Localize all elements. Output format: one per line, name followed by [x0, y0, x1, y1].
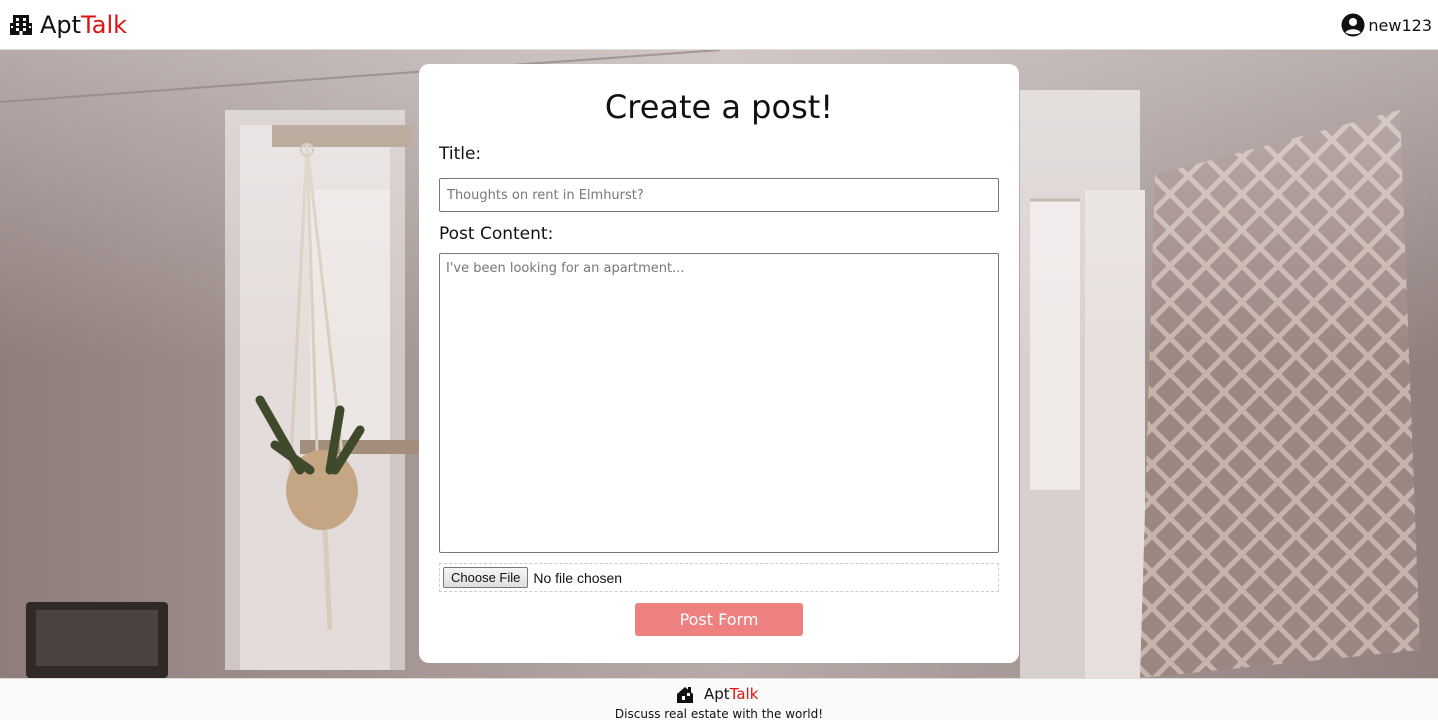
footer-brand: AptTalk — [676, 684, 758, 704]
brand-name-accent: Talk — [81, 11, 128, 39]
footer-brand-accent: Talk — [729, 685, 759, 703]
brand-logo-link[interactable]: AptTalk — [10, 8, 127, 42]
footer: AptTalk Discuss real estate with the wor… — [0, 678, 1438, 720]
create-post-card: Create a post! Title: Post Content: Choo… — [419, 64, 1019, 663]
brand-name: AptTalk — [40, 11, 127, 39]
post-content-textarea[interactable] — [439, 253, 999, 553]
title-input[interactable] — [439, 178, 999, 212]
choose-file-button[interactable]: Choose File — [443, 567, 529, 588]
post-form-button[interactable]: Post Form — [635, 603, 803, 636]
file-upload-field: Choose File No file chosen — [439, 563, 999, 592]
username: new123 — [1368, 15, 1432, 35]
post-content-label: Post Content: — [439, 224, 554, 244]
footer-brand-name: AptTalk — [704, 685, 758, 703]
house-icon — [677, 686, 693, 703]
user-menu[interactable]: new123 — [1341, 12, 1432, 38]
user-circle-icon — [1341, 13, 1365, 37]
title-label: Title: — [439, 144, 482, 164]
page-title: Create a post! — [604, 88, 834, 126]
building-icon — [10, 15, 32, 35]
file-status-text: No file chosen — [533, 569, 623, 586]
footer-brand-main: Apt — [704, 685, 730, 703]
footer-tagline: Discuss real estate with the world! — [614, 707, 824, 720]
brand-name-main: Apt — [40, 11, 82, 39]
top-navbar: AptTalk new123 — [0, 0, 1438, 50]
